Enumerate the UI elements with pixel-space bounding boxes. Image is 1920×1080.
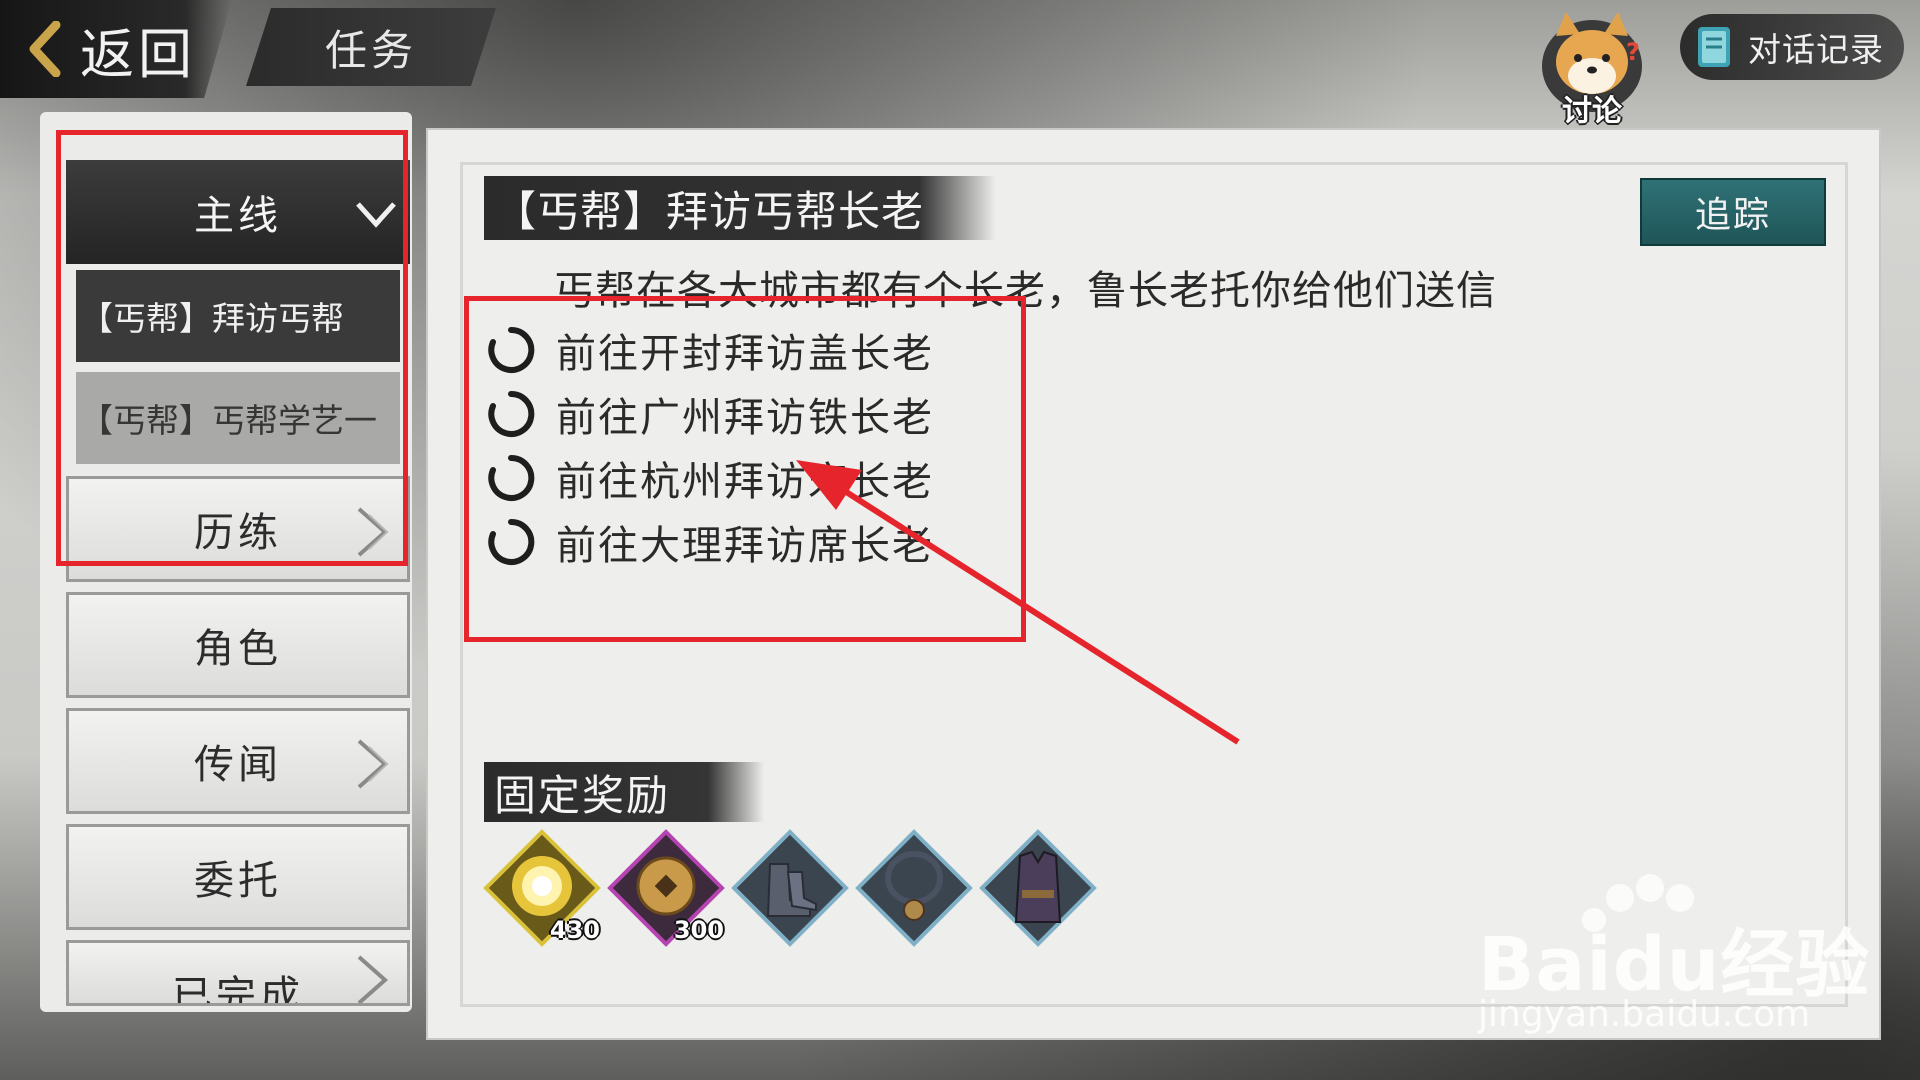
nav-category-character[interactable]: 角色: [66, 592, 410, 698]
nav-category-rumors[interactable]: 传闻: [66, 708, 410, 814]
nav-category-label: 历练: [194, 510, 282, 556]
page-title-tab: 任务: [246, 8, 496, 86]
reward-title-bar: 固定奖励: [484, 762, 764, 822]
nav-category-label: 已完成: [172, 973, 304, 1006]
quest-description: 丐帮在各大城市都有个长老，鲁长老托你给他们送信: [554, 268, 1497, 314]
quest-list-item-visit-elders[interactable]: 【丐帮】拜访丐帮: [76, 270, 400, 362]
reward-count: 300: [673, 916, 724, 944]
reward-item-boots[interactable]: [730, 828, 850, 948]
svg-text:?: ?: [1626, 38, 1640, 66]
incomplete-ring-icon: [488, 390, 535, 437]
quest-list-item-label: 【丐帮】丐帮学艺一: [80, 401, 377, 440]
back-label: 返回: [80, 22, 196, 86]
nav-category-label: 传闻: [194, 742, 282, 788]
dialog-log-label: 对话记录: [1748, 30, 1884, 69]
reward-item-experience[interactable]: 430: [482, 828, 602, 948]
track-button-label: 追踪: [1694, 195, 1771, 236]
necklace-icon: [855, 829, 973, 947]
chevron-right-icon: [357, 507, 389, 557]
quest-list-item-label: 【丐帮】拜访丐帮: [80, 299, 344, 338]
objective-text: 前往开封拜访盖长老: [556, 331, 934, 377]
incomplete-ring-icon: [488, 454, 535, 501]
quest-objective: 前往开封拜访盖长老: [486, 322, 934, 378]
nav-category-label: 委托: [194, 858, 282, 904]
discuss-label: 讨论: [1562, 94, 1622, 129]
quest-screen: 返回 任务 ? 讨论 对话记录 主线 【丐帮】拜访丐帮 【丐帮】丐帮学艺一 历练…: [0, 0, 1920, 1080]
armor-vest-icon: [979, 829, 1097, 947]
nav-main-story[interactable]: 主线: [66, 160, 410, 264]
back-arrow-icon: [26, 21, 62, 77]
reward-title: 固定奖励: [494, 770, 671, 820]
nav-category-training[interactable]: 历练: [66, 476, 410, 582]
book-icon: [1698, 27, 1730, 67]
page-title: 任务: [324, 25, 417, 75]
dialog-log-button[interactable]: 对话记录: [1680, 14, 1904, 80]
quest-list-item-learn-arts[interactable]: 【丐帮】丐帮学艺一: [76, 372, 400, 464]
reward-count: 430: [549, 916, 600, 944]
discuss-button[interactable]: ? 讨论: [1530, 6, 1654, 129]
nav-category-commission[interactable]: 委托: [66, 824, 410, 930]
quest-objective: 前往杭州拜访宋长老: [486, 450, 934, 506]
back-button[interactable]: 返回: [0, 0, 232, 98]
chevron-down-icon: [356, 202, 396, 228]
nav-main-story-label: 主线: [194, 193, 282, 239]
reward-item-armor[interactable]: [978, 828, 1098, 948]
objective-text: 前往大理拜访席长老: [556, 523, 934, 569]
reward-item-necklace[interactable]: [854, 828, 974, 948]
incomplete-ring-icon: [488, 326, 535, 373]
incomplete-ring-icon: [488, 518, 535, 565]
objective-text: 前往广州拜访铁长老: [556, 395, 934, 441]
quest-title-bar: 【丐帮】拜访丐帮长老: [484, 176, 996, 240]
quest-objective: 前往大理拜访席长老: [486, 514, 934, 570]
objective-text: 前往杭州拜访宋长老: [556, 459, 934, 505]
quest-title: 【丐帮】拜访丐帮长老: [494, 186, 925, 236]
watermark-url: jingyan.baidu.com: [1478, 994, 1811, 1035]
quest-objective: 前往广州拜访铁长老: [486, 386, 934, 442]
chevron-right-icon: [357, 955, 389, 1003]
reward-item-coin[interactable]: 300: [606, 828, 726, 948]
boots-icon: [731, 829, 849, 947]
nav-category-label: 角色: [194, 626, 282, 672]
nav-category-completed[interactable]: 已完成: [66, 940, 410, 1006]
track-button[interactable]: 追踪: [1640, 178, 1826, 246]
chevron-right-icon: [357, 739, 389, 789]
